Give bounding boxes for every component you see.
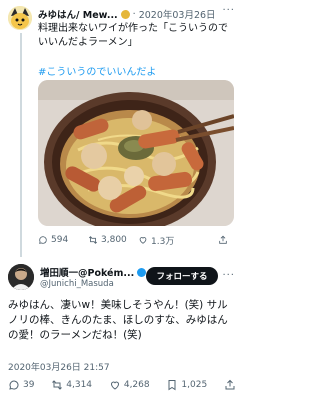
heart-icon	[110, 381, 119, 390]
reply-count: 39	[23, 380, 35, 390]
tweet-header: みゆはん/ Mew... · 2020年03月26日	[38, 7, 238, 22]
tweet-date[interactable]: 2020年03月26日	[139, 7, 216, 21]
like-count: 4,268	[123, 380, 150, 390]
more-options-icon[interactable]: ···	[222, 270, 235, 281]
retweet-count: 3,800	[101, 235, 127, 245]
share-button[interactable]	[218, 235, 238, 245]
follow-button[interactable]: フォローする	[146, 267, 218, 285]
cartoon-avatar-icon	[8, 6, 32, 30]
like-count: 1.3万	[151, 236, 175, 247]
bookmark-button[interactable]: 1,025	[166, 379, 207, 391]
retweet-icon	[88, 236, 98, 244]
author-name[interactable]: みゆはん/ Mew...	[38, 7, 118, 21]
ramen-photo-image	[38, 80, 234, 226]
tweet-reply[interactable]: 増田順一@Pokém... @Junichi_Masuda フォローする ···…	[0, 258, 240, 394]
tweet-actions: 39 4,314 4,268 1,025	[8, 378, 236, 392]
tweet-actions: 594 3,800 1.3万	[38, 233, 238, 247]
retweet-count: 4,314	[66, 380, 93, 390]
retweet-button[interactable]: 4,314	[51, 379, 92, 391]
reply-button[interactable]: 594	[38, 235, 88, 245]
thread-connector	[20, 33, 22, 257]
bookmark-count: 1,025	[181, 380, 208, 390]
profile-photo-icon	[8, 264, 34, 290]
like-button[interactable]: 4,268	[109, 379, 150, 391]
tweet-text: みゆはん、凄いw！美味しそうやん！(笑) サルノリの棒、きんのたま、ほしのすな、…	[8, 299, 228, 341]
tweet-photo[interactable]	[38, 80, 234, 226]
like-button[interactable]: 1.3万	[138, 234, 188, 247]
bookmark-icon	[168, 380, 176, 391]
reply-count: 594	[51, 235, 69, 245]
reply-icon	[9, 380, 19, 390]
share-icon	[225, 379, 235, 390]
share-icon	[219, 235, 227, 244]
avatar[interactable]	[8, 6, 32, 30]
reply-icon	[39, 236, 47, 244]
avatar[interactable]	[8, 264, 34, 290]
separator-dot: ·	[132, 8, 136, 20]
reply-button[interactable]: 39	[8, 379, 34, 391]
verified-badge-icon	[137, 267, 147, 277]
more-options-icon[interactable]: ···	[222, 5, 235, 16]
tweet-text: 料理出来ないワイが作った「こういうのでいいんだよラーメン」	[38, 23, 228, 48]
verified-badge-icon	[120, 9, 130, 19]
heart-icon	[139, 237, 147, 244]
tweet-timestamp[interactable]: 2020年03月26日 21:57	[8, 360, 110, 373]
author-name[interactable]: 増田順一@Pokém...	[40, 265, 134, 279]
share-button[interactable]	[224, 379, 236, 391]
author-handle[interactable]: @Junichi_Masuda	[40, 279, 114, 289]
retweet-icon	[52, 380, 63, 390]
author-name-row: 増田順一@Pokém...	[40, 265, 147, 279]
tweet-original[interactable]: みゆはん/ Mew... · 2020年03月26日 ··· 料理出来ないワイが…	[0, 0, 240, 257]
hashtag-link[interactable]: #こういうのでいいんだよ	[38, 63, 156, 78]
retweet-button[interactable]: 3,800	[88, 235, 138, 245]
